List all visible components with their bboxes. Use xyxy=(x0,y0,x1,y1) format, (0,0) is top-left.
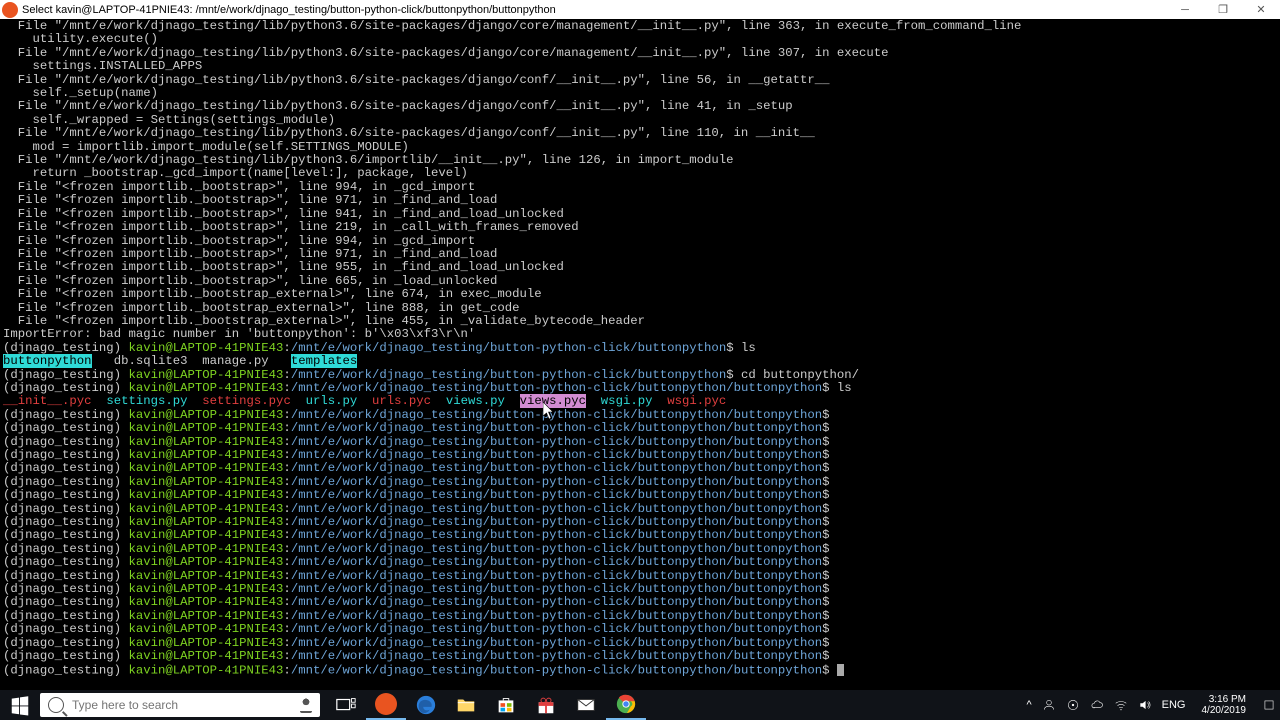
task-view-icon xyxy=(335,694,357,716)
chrome-app[interactable] xyxy=(606,690,646,720)
terminal-line: self._wrapped = Settings(settings_module… xyxy=(3,114,1277,127)
microphone-icon xyxy=(300,697,312,713)
clock-date: 4/20/2019 xyxy=(1202,705,1247,716)
search-input[interactable] xyxy=(72,698,300,712)
clock[interactable]: 3:16 PM 4/20/2019 xyxy=(1196,694,1253,716)
cloud-icon[interactable] xyxy=(1090,698,1104,712)
window-titlebar: Select kavin@LAPTOP-41PNIE43: /mnt/e/wor… xyxy=(0,0,1280,19)
terminal-line: File "<frozen importlib._bootstrap>", li… xyxy=(3,208,1277,221)
search-icon xyxy=(48,697,64,713)
terminal-line: File "<frozen importlib._bootstrap_exter… xyxy=(3,302,1277,315)
terminal-line: utility.execute() xyxy=(3,33,1277,46)
close-button[interactable]: ✕ xyxy=(1242,0,1280,19)
folder-icon xyxy=(455,694,477,716)
terminal-line: File "/mnt/e/work/djnago_testing/lib/pyt… xyxy=(3,20,1277,33)
terminal-line: (djnago_testing) kavin@LAPTOP-41PNIE43:/… xyxy=(3,596,1277,609)
terminal-output[interactable]: File "/mnt/e/work/djnago_testing/lib/pyt… xyxy=(0,19,1280,690)
terminal-line: File "/mnt/e/work/djnago_testing/lib/pyt… xyxy=(3,74,1277,87)
window-controls: ─ ❐ ✕ xyxy=(1166,0,1280,19)
terminal-line: (djnago_testing) kavin@LAPTOP-41PNIE43:/… xyxy=(3,529,1277,542)
terminal-line: (djnago_testing) kavin@LAPTOP-41PNIE43:/… xyxy=(3,409,1277,422)
mail-app[interactable] xyxy=(566,690,606,720)
terminal-line: File "<frozen importlib._bootstrap>", li… xyxy=(3,221,1277,234)
terminal-line: (djnago_testing) kavin@LAPTOP-41PNIE43:/… xyxy=(3,422,1277,435)
edge-icon xyxy=(415,694,437,716)
terminal-line: File "<frozen importlib._bootstrap>", li… xyxy=(3,181,1277,194)
terminal-line: (djnago_testing) kavin@LAPTOP-41PNIE43:/… xyxy=(3,637,1277,650)
file-explorer-app[interactable] xyxy=(446,690,486,720)
terminal-line: (djnago_testing) kavin@LAPTOP-41PNIE43:/… xyxy=(3,664,1277,678)
terminal-line: (djnago_testing) kavin@LAPTOP-41PNIE43:/… xyxy=(3,476,1277,489)
taskbar-search[interactable] xyxy=(40,693,320,717)
terminal-line: (djnago_testing) kavin@LAPTOP-41PNIE43:/… xyxy=(3,570,1277,583)
terminal-line: settings.INSTALLED_APPS xyxy=(3,60,1277,73)
terminal-line: (djnago_testing) kavin@LAPTOP-41PNIE43:/… xyxy=(3,462,1277,475)
windows-logo-icon xyxy=(9,694,31,716)
ubuntu-terminal-app[interactable] xyxy=(366,690,406,720)
terminal-line: (djnago_testing) kavin@LAPTOP-41PNIE43:/… xyxy=(3,449,1277,462)
language-indicator[interactable]: ENG xyxy=(1162,699,1186,711)
terminal-line: (djnago_testing) kavin@LAPTOP-41PNIE43:/… xyxy=(3,489,1277,502)
people-icon[interactable] xyxy=(1042,698,1056,712)
terminal-line: (djnago_testing) kavin@LAPTOP-41PNIE43:/… xyxy=(3,382,1277,395)
terminal-line: (djnago_testing) kavin@LAPTOP-41PNIE43:/… xyxy=(3,503,1277,516)
ubuntu-icon xyxy=(2,2,18,18)
wifi-icon[interactable] xyxy=(1114,698,1128,712)
terminal-line: (djnago_testing) kavin@LAPTOP-41PNIE43:/… xyxy=(3,610,1277,623)
terminal-line: File "/mnt/e/work/djnago_testing/lib/pyt… xyxy=(3,154,1277,167)
clock-time: 3:16 PM xyxy=(1202,694,1247,705)
task-view-button[interactable] xyxy=(326,690,366,720)
terminal-line: (djnago_testing) kavin@LAPTOP-41PNIE43:/… xyxy=(3,543,1277,556)
gift-icon xyxy=(535,694,557,716)
terminal-line: (djnago_testing) kavin@LAPTOP-41PNIE43:/… xyxy=(3,369,1277,382)
microsoft-store-app[interactable] xyxy=(486,690,526,720)
gift-app[interactable] xyxy=(526,690,566,720)
terminal-line: (djnago_testing) kavin@LAPTOP-41PNIE43:/… xyxy=(3,556,1277,569)
system-tray: ^ ENG 3:16 PM 4/20/2019 xyxy=(1022,694,1280,716)
terminal-line: ImportError: bad magic number in 'button… xyxy=(3,328,1277,341)
chrome-icon xyxy=(615,693,637,715)
terminal-line: File "<frozen importlib._bootstrap>", li… xyxy=(3,194,1277,207)
terminal-line: File "<frozen importlib._bootstrap>", li… xyxy=(3,261,1277,274)
terminal-line: mod = importlib.import_module(self.SETTI… xyxy=(3,141,1277,154)
terminal-line: File "<frozen importlib._bootstrap_exter… xyxy=(3,288,1277,301)
terminal-line: return _bootstrap._gcd_import(name[level… xyxy=(3,167,1277,180)
terminal-line: File "/mnt/e/work/djnago_testing/lib/pyt… xyxy=(3,100,1277,113)
windows-taskbar: ^ ENG 3:16 PM 4/20/2019 xyxy=(0,690,1280,720)
terminal-line: (djnago_testing) kavin@LAPTOP-41PNIE43:/… xyxy=(3,436,1277,449)
taskbar-pins xyxy=(326,690,646,720)
terminal-line: buttonpython db.sqlite3 manage.py templa… xyxy=(3,355,1277,368)
terminal-line: (djnago_testing) kavin@LAPTOP-41PNIE43:/… xyxy=(3,650,1277,663)
terminal-line: File "/mnt/e/work/djnago_testing/lib/pyt… xyxy=(3,127,1277,140)
store-icon xyxy=(495,694,517,716)
volume-icon[interactable] xyxy=(1138,698,1152,712)
edge-browser-app[interactable] xyxy=(406,690,446,720)
minimize-button[interactable]: ─ xyxy=(1166,0,1204,19)
terminal-line: File "/mnt/e/work/djnago_testing/lib/pyt… xyxy=(3,47,1277,60)
location-icon[interactable] xyxy=(1066,698,1080,712)
terminal-line: File "<frozen importlib._bootstrap>", li… xyxy=(3,235,1277,248)
terminal-line: File "<frozen importlib._bootstrap>", li… xyxy=(3,248,1277,261)
maximize-button[interactable]: ❐ xyxy=(1204,0,1242,19)
mail-icon xyxy=(575,694,597,716)
terminal-line: __init__.pyc settings.py settings.pyc ur… xyxy=(3,395,1277,408)
start-button[interactable] xyxy=(0,690,40,720)
window-title: Select kavin@LAPTOP-41PNIE43: /mnt/e/wor… xyxy=(22,4,1166,16)
terminal-line: File "<frozen importlib._bootstrap_exter… xyxy=(3,315,1277,328)
terminal-line: self._setup(name) xyxy=(3,87,1277,100)
terminal-line: (djnago_testing) kavin@LAPTOP-41PNIE43:/… xyxy=(3,623,1277,636)
terminal-line: (djnago_testing) kavin@LAPTOP-41PNIE43:/… xyxy=(3,583,1277,596)
ubuntu-icon xyxy=(375,693,397,715)
tray-chevron-icon[interactable]: ^ xyxy=(1026,699,1031,711)
terminal-line: (djnago_testing) kavin@LAPTOP-41PNIE43:/… xyxy=(3,342,1277,355)
terminal-line: (djnago_testing) kavin@LAPTOP-41PNIE43:/… xyxy=(3,516,1277,529)
notifications-icon[interactable] xyxy=(1262,698,1276,712)
terminal-line: File "<frozen importlib._bootstrap>", li… xyxy=(3,275,1277,288)
